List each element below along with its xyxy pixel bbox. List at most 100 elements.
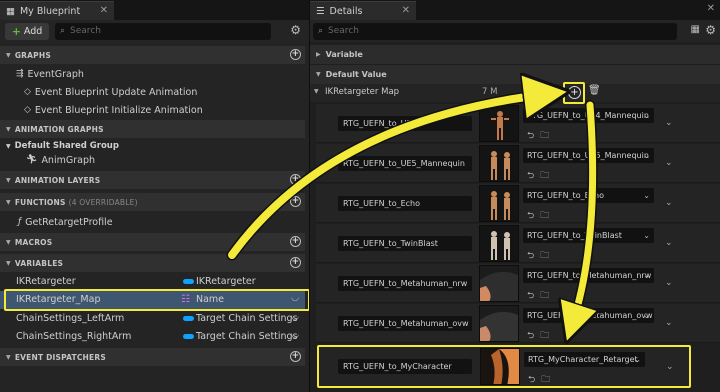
use-selected-icon[interactable]: ⮌	[527, 331, 540, 341]
asset-actions: ⮌🗀︎	[527, 328, 555, 344]
entry-key-input[interactable]: RTG_UEFN_to_UE5	[338, 116, 472, 131]
variable-row[interactable]: ChainSettings_LeftArm Target Chain Setti…	[0, 310, 305, 328]
variable-type: Target Chain Settings	[196, 313, 298, 324]
type-pill-icon	[183, 316, 194, 321]
section-variables[interactable]: ▼ VARIABLES +	[0, 254, 305, 272]
chevron-down-icon[interactable]: ⌄	[665, 318, 673, 328]
add-button[interactable]: + Add	[5, 22, 49, 40]
collapse-icon: ▼	[6, 125, 11, 133]
browse-icon[interactable]: 🗀︎	[540, 291, 555, 301]
list-item[interactable]: ◇ Event Blueprint Update Animation	[0, 83, 305, 101]
chevron-down-icon[interactable]: ⌄	[665, 158, 673, 168]
chevron-down-icon[interactable]: ⌄	[665, 198, 673, 208]
chevron-down-icon: ⌄	[643, 311, 650, 320]
list-item[interactable]: ⇶ EventGraph	[0, 65, 305, 83]
close-icon[interactable]: ✕	[100, 5, 108, 16]
browse-icon[interactable]: 🗀︎	[540, 171, 555, 181]
dropdown-value: RTG_UEFN_to_Metahuman_nrw	[527, 271, 652, 280]
use-selected-icon[interactable]: ⮌	[527, 131, 540, 141]
entry-key-input[interactable]: RTG_UEFN_to_UE5_Mannequin	[338, 156, 472, 171]
variable-name: IKRetargeter	[16, 276, 76, 287]
entry-key-input[interactable]: RTG_UEFN_to_MyCharacter	[338, 359, 472, 374]
chevron-down-icon[interactable]: ⌄	[665, 278, 673, 288]
browse-icon[interactable]: 🗀︎	[541, 375, 556, 385]
search-input[interactable]: ⌕ Search	[55, 22, 271, 40]
variable-name: ChainSettings_RightArm	[16, 331, 132, 342]
use-selected-icon[interactable]: ⮌	[528, 375, 541, 385]
section-label: MACROS	[14, 237, 53, 247]
use-selected-icon[interactable]: ⮌	[527, 251, 540, 261]
trash-icon[interactable]: 🗑︎	[588, 85, 601, 96]
search-icon: ⌕	[60, 26, 66, 36]
use-selected-icon[interactable]: ⮌	[527, 211, 540, 221]
list-item[interactable]: 🏃︎ AnimGraph	[0, 151, 305, 169]
eye-icon[interactable]: ◡	[291, 312, 299, 322]
retargeter-dropdown[interactable]: RTG_UEFN_to_UE5_Mannequin ⌄	[523, 148, 654, 163]
chevron-down-icon[interactable]: ⌄	[665, 118, 673, 128]
map-entry-highlighted: RTG_UEFN_to_MyCharacter RTG_MyCharacter_…	[317, 345, 691, 388]
chevron-down-icon[interactable]: ⌄	[666, 362, 674, 372]
section-animation-graphs[interactable]: ▼ ANIMATION GRAPHS	[0, 120, 305, 138]
retargeter-dropdown[interactable]: RTG_UEFN_to_Echo ⌄	[523, 188, 654, 203]
details-toolbar: ⌕ Search ▦ ⚙	[310, 20, 720, 42]
retargeter-dropdown[interactable]: RTG_UEFN_to_Metahuman_nrw ⌄	[523, 268, 654, 283]
add-icon[interactable]: +	[290, 236, 301, 247]
section-label: ANIMATION LAYERS	[14, 175, 101, 185]
dropdown-value: RTG_UEFN_to_Echo	[527, 191, 605, 200]
add-icon[interactable]: +	[290, 257, 301, 268]
map-count: 7 M	[482, 87, 498, 97]
add-icon[interactable]: +	[290, 49, 301, 60]
my-blueprint-tab[interactable]: ▦ My Blueprint ✕	[0, 1, 114, 20]
browse-icon[interactable]: 🗀︎	[540, 331, 555, 341]
retargeter-dropdown[interactable]: RTG_MyCharacter_Retarget ⌄	[524, 352, 645, 367]
category-default-value[interactable]: ▼ Default Value	[310, 65, 720, 84]
details-tab[interactable]: ☰ Details ✕	[310, 1, 416, 20]
chevron-down-icon[interactable]: ⌄	[665, 238, 673, 248]
add-icon[interactable]: +	[290, 196, 301, 207]
plus-icon: +	[11, 24, 21, 38]
details-search-input[interactable]: ⌕ Search	[313, 22, 677, 40]
gear-icon[interactable]: ⚙	[705, 23, 716, 37]
add-icon[interactable]: +	[290, 174, 301, 185]
browse-icon[interactable]: 🗀︎	[540, 211, 555, 221]
use-selected-icon[interactable]: ⮌	[527, 291, 540, 301]
mannequin-thumbnail[interactable]	[479, 305, 519, 342]
eye-icon[interactable]: ◡	[291, 330, 299, 340]
list-item[interactable]: ƒ GetRetargetProfile	[0, 213, 305, 231]
browse-icon[interactable]: 🗀︎	[540, 131, 555, 141]
variable-row[interactable]: ChainSettings_RightArm Target Chain Sett…	[0, 328, 305, 346]
gear-icon[interactable]: ⚙	[290, 23, 301, 37]
mannequin-thumbnail[interactable]	[479, 145, 519, 182]
mannequin-thumbnail[interactable]	[479, 265, 519, 302]
section-graphs[interactable]: ▼ GRAPHS +	[0, 46, 305, 64]
use-selected-icon[interactable]: ⮌	[527, 171, 540, 181]
mannequin-thumbnail[interactable]	[479, 225, 519, 262]
section-functions[interactable]: ▼ FUNCTIONS (4 OVERRIDABLE) +	[0, 193, 305, 211]
collapse-icon[interactable]: ▼	[314, 88, 319, 95]
retargeter-dropdown[interactable]: RTG_UEFN_to_UE4_Mannequin ⌄	[523, 108, 654, 123]
browse-icon[interactable]: 🗀︎	[540, 251, 555, 261]
section-animation-layers[interactable]: ▼ ANIMATION LAYERS +	[0, 171, 305, 189]
entry-key-input[interactable]: RTG_UEFN_to_Metahuman_ovw	[338, 316, 472, 331]
section-macros[interactable]: ▼ MACROS +	[0, 233, 305, 251]
highlight-box	[563, 82, 585, 104]
table-view-icon[interactable]: ▦	[691, 24, 700, 35]
list-item[interactable]: ◇ Event Blueprint Initialize Animation	[0, 101, 305, 119]
close-icon[interactable]: ✕	[402, 5, 410, 16]
retargeter-dropdown[interactable]: RTG_UEFN_to_TwinBlast ⌄	[523, 228, 654, 243]
add-icon[interactable]: +	[290, 351, 301, 362]
character-thumbnail[interactable]	[480, 348, 520, 385]
asset-actions: ⮌🗀︎	[527, 128, 555, 144]
entry-key-input[interactable]: RTG_UEFN_to_Metahuman_nrw	[338, 276, 472, 291]
close-icon[interactable]: ✕	[707, 3, 715, 14]
mannequin-thumbnail[interactable]	[479, 185, 519, 222]
section-event-dispatchers[interactable]: ▼ EVENT DISPATCHERS +	[0, 348, 305, 366]
map-entry: RTG_UEFN_to_Echo RTG_UEFN_to_Echo ⌄ ⮌🗀︎ ⌄	[316, 184, 720, 223]
mannequin-thumbnail[interactable]	[479, 105, 519, 142]
variable-name: ChainSettings_LeftArm	[16, 313, 125, 324]
entry-key-input[interactable]: RTG_UEFN_to_TwinBlast	[338, 236, 472, 251]
category-variable[interactable]: ▶ Variable	[310, 45, 720, 64]
retargeter-dropdown[interactable]: RTG_UEFN_to_Metahuman_ovw ⌄	[523, 308, 654, 323]
entry-key-input[interactable]: RTG_UEFN_to_Echo	[338, 196, 472, 211]
function-icon: ƒ	[18, 217, 22, 227]
